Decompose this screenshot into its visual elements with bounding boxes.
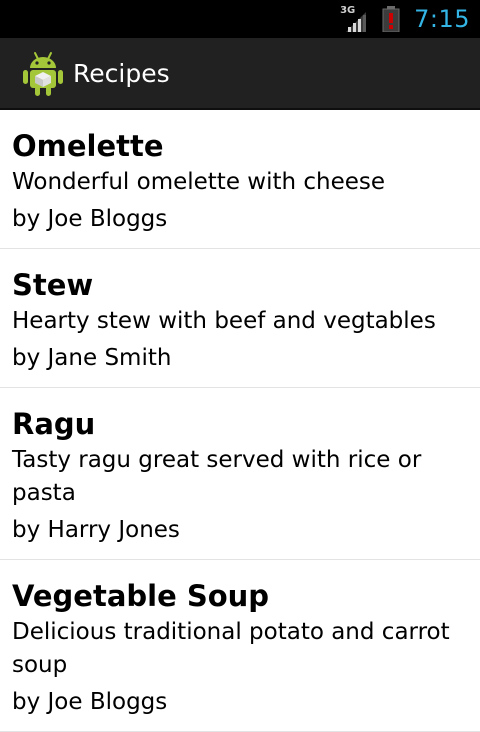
recipe-list: Omelette Wonderful omelette with cheese … [0, 110, 480, 732]
recipe-description: Delicious traditional potato and carrot … [12, 619, 450, 678]
signal-icon: 3G [340, 6, 370, 32]
recipe-name: Stew [12, 268, 94, 302]
recipe-item[interactable]: Stew Hearty stew with beef and vegtables… [0, 249, 480, 388]
recipe-item[interactable]: Omelette Wonderful omelette with cheese … [0, 110, 480, 249]
status-icons: 3G 7:15 [340, 0, 470, 38]
recipe-item[interactable]: Vegetable Soup Delicious traditional pot… [0, 560, 480, 732]
recipe-name: Omelette [12, 129, 164, 163]
clock: 7:15 [414, 5, 470, 33]
status-bar: 3G 7:15 [0, 0, 480, 38]
action-bar: Recipes [0, 38, 480, 110]
recipe-item[interactable]: Ragu Tasty ragu great served with rice o… [0, 388, 480, 560]
page-title: Recipes [73, 59, 170, 88]
recipe-author: by Harry Jones [12, 517, 180, 543]
recipe-description: Tasty ragu great served with rice or pas… [12, 447, 422, 506]
recipe-name: Vegetable Soup [12, 579, 270, 613]
android-app-icon[interactable] [22, 51, 64, 97]
recipe-author: by Joe Bloggs [12, 689, 168, 715]
recipe-author: by Joe Bloggs [12, 206, 168, 232]
recipe-author: by Jane Smith [12, 345, 172, 371]
recipe-name: Ragu [12, 407, 96, 441]
recipe-description: Hearty stew with beef and vegtables [12, 308, 436, 334]
battery-alert-icon [380, 6, 402, 33]
recipe-description: Wonderful omelette with cheese [12, 169, 386, 195]
